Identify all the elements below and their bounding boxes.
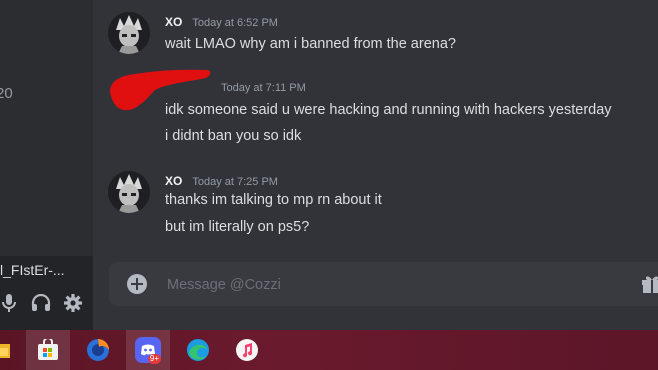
message-text: but im literally on ps5? bbox=[165, 219, 310, 235]
gift-icon[interactable] bbox=[641, 274, 658, 299]
headphones-icon[interactable] bbox=[30, 292, 52, 314]
channel-sidebar: 20 l_FIstEr-... bbox=[0, 0, 93, 330]
redaction-scribble bbox=[110, 69, 211, 111]
sidebar-partial-label: 20 bbox=[0, 85, 13, 102]
firefox-icon[interactable] bbox=[76, 330, 120, 370]
avatar[interactable] bbox=[108, 12, 150, 54]
message-author[interactable]: XO bbox=[165, 174, 182, 188]
message-input[interactable] bbox=[165, 272, 589, 298]
message-author[interactable]: XO bbox=[165, 15, 182, 29]
settings-gear-icon[interactable] bbox=[62, 292, 84, 314]
voice-controls bbox=[0, 292, 84, 314]
discord-taskbar-icon[interactable]: 9+ bbox=[126, 330, 170, 370]
microsoft-store-icon[interactable] bbox=[26, 330, 70, 370]
message-timestamp: Today at 7:25 PM bbox=[192, 176, 278, 188]
notification-badge: 9+ bbox=[147, 354, 161, 364]
message-timestamp: Today at 7:11 PM bbox=[221, 82, 306, 94]
message-text: thanks im talking to mp rn about it bbox=[165, 192, 382, 208]
file-explorer-icon[interactable] bbox=[0, 330, 22, 370]
edge-icon[interactable] bbox=[176, 330, 220, 370]
chat-area: XO Today at 6:52 PM wait LMAO why am i b… bbox=[93, 0, 658, 330]
message-timestamp: Today at 6:52 PM bbox=[192, 17, 278, 29]
add-attachment-button[interactable] bbox=[127, 274, 147, 294]
message-composer bbox=[109, 262, 658, 306]
message-text: idk someone said u were hacking and runn… bbox=[165, 102, 612, 118]
plus-icon bbox=[131, 278, 143, 290]
message-text: wait LMAO why am i banned from the arena… bbox=[165, 36, 456, 52]
taskbar: 9+ bbox=[0, 330, 658, 370]
microphone-icon[interactable] bbox=[0, 292, 20, 314]
username-label[interactable]: l_FIstEr-... bbox=[0, 262, 93, 278]
user-panel: l_FIstEr-... bbox=[0, 256, 93, 330]
itunes-music-icon[interactable] bbox=[225, 330, 269, 370]
message-text: i didnt ban you so idk bbox=[165, 128, 302, 144]
avatar[interactable] bbox=[108, 171, 150, 213]
